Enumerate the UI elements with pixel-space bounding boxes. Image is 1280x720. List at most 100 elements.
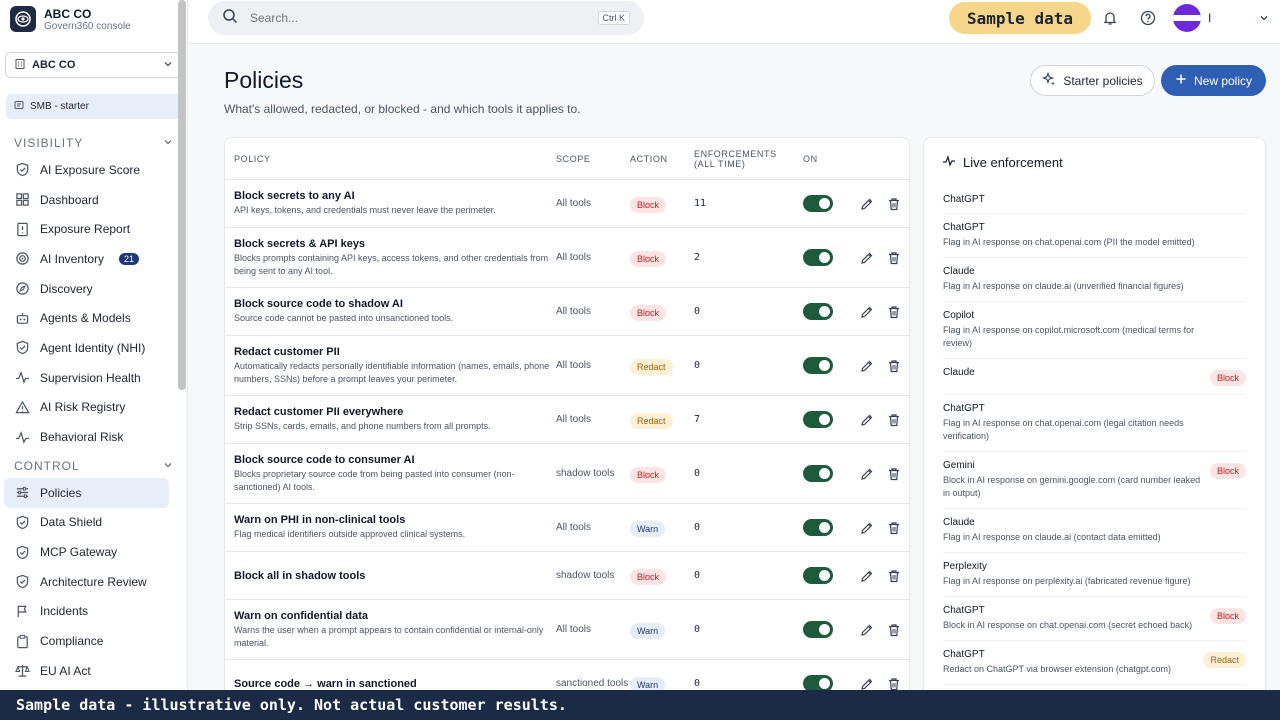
- policy-name: Block source code to shadow AI: [234, 298, 403, 310]
- table-row[interactable]: Block source code to shadow AI Source co…: [225, 288, 909, 336]
- edit-icon[interactable]: [853, 677, 880, 691]
- section-visibility[interactable]: VISIBILITY: [0, 135, 187, 151]
- edit-icon[interactable]: [853, 305, 880, 319]
- delete-icon[interactable]: [880, 251, 907, 265]
- sidebar-item-ai-risk-registry[interactable]: AI Risk Registry: [0, 393, 187, 423]
- sidebar-item-ai-exposure-score[interactable]: AI Exposure Score: [0, 155, 187, 185]
- policy-toggle[interactable]: [803, 411, 833, 428]
- edit-icon[interactable]: [853, 251, 880, 265]
- org-select[interactable]: ABC CO: [5, 52, 182, 78]
- sidebar-item-exposure-report[interactable]: Exposure Report: [0, 214, 187, 244]
- live-enforcement-item[interactable]: ChatGPT Flag in AI response on chat.open…: [943, 214, 1246, 258]
- sidebar-item-behavioral-risk[interactable]: Behavioral Risk: [0, 422, 187, 452]
- section-control[interactable]: CONTROL: [0, 458, 187, 474]
- plan-badge[interactable]: SMB - starter: [6, 94, 181, 119]
- help-icon[interactable]: [1139, 9, 1157, 27]
- brand[interactable]: ABC CO Govern360 console: [0, 0, 187, 38]
- table-row[interactable]: Warn on PHI in non-clinical tools Flag m…: [225, 504, 909, 552]
- avatar[interactable]: [1173, 4, 1201, 32]
- policy-toggle[interactable]: [803, 465, 833, 482]
- live-enforcement-item[interactable]: Claude Block: [943, 359, 1246, 395]
- table-row[interactable]: Redact customer PII Automatically redact…: [225, 336, 909, 396]
- table-row[interactable]: Block secrets to any AI API keys, tokens…: [225, 180, 909, 228]
- sidebar-item-discovery[interactable]: Discovery: [0, 274, 187, 304]
- delete-icon[interactable]: [880, 677, 907, 691]
- edit-icon[interactable]: [853, 569, 880, 583]
- live-event-description: Redact on ChatGPT via browser extension …: [943, 664, 1171, 674]
- sidebar-item-dashboard[interactable]: Dashboard: [0, 185, 187, 215]
- delete-icon[interactable]: [880, 569, 907, 583]
- live-enforcement-item[interactable]: Copilot Flag in AI response on copilot.m…: [943, 302, 1246, 359]
- edit-icon[interactable]: [853, 197, 880, 211]
- edit-icon[interactable]: [853, 521, 880, 535]
- policy-toggle[interactable]: [803, 195, 833, 212]
- edit-icon[interactable]: [853, 467, 880, 481]
- policy-toggle[interactable]: [803, 357, 833, 374]
- enforcement-count: 0: [694, 570, 701, 581]
- sidebar-item-ai-inventory[interactable]: AI Inventory 21: [0, 244, 187, 274]
- table-row[interactable]: Redact customer PII everywhere Strip SSN…: [225, 396, 909, 444]
- sidebar-scrollbar[interactable]: [178, 0, 186, 390]
- table-row[interactable]: Block source code to consumer AI Blocks …: [225, 444, 909, 504]
- delete-icon[interactable]: [880, 521, 907, 535]
- sidebar-item-label: AI Exposure Score: [40, 162, 141, 177]
- plan-label: SMB - starter: [30, 101, 89, 112]
- policy-scope: All tools: [556, 413, 592, 425]
- table-row[interactable]: Block secrets & API keys Blocks prompts …: [225, 228, 909, 288]
- starter-policies-button[interactable]: Starter policies: [1030, 65, 1155, 96]
- chevron-down-icon[interactable]: [1257, 9, 1271, 27]
- sidebar-item-mcp-gateway[interactable]: MCP Gateway: [0, 537, 187, 567]
- sidebar-item-agent-identity-nhi[interactable]: Agent Identity (NHI): [0, 333, 187, 363]
- header-policy[interactable]: POLICY: [225, 154, 556, 164]
- sidebar-item-compliance[interactable]: Compliance: [0, 626, 187, 656]
- sidebar-item-data-shield[interactable]: Data Shield: [0, 508, 187, 538]
- policy-toggle[interactable]: [803, 249, 833, 266]
- live-enforcement-item[interactable]: Claude Flag in AI response on claude.ai …: [943, 509, 1246, 553]
- new-policy-button[interactable]: New policy: [1161, 65, 1266, 96]
- edit-icon[interactable]: [853, 359, 880, 373]
- live-enforcement-item[interactable]: ChatGPT Flag in AI response on chat.open…: [943, 395, 1246, 452]
- live-enforcement-item[interactable]: ChatGPT Redact on ChatGPT via browser ex…: [943, 641, 1246, 685]
- sidebar-item-supervision-health[interactable]: Supervision Health: [0, 363, 187, 393]
- bell-icon[interactable]: [1101, 9, 1119, 27]
- action-badge: Warn: [630, 520, 666, 537]
- policy-toggle[interactable]: [803, 621, 833, 638]
- sidebar-item-eu-ai-act[interactable]: EU AI Act: [0, 656, 187, 686]
- sidebar-item-policies[interactable]: Policies: [4, 477, 169, 508]
- header-enforcements[interactable]: ENFORCEMENTS (ALL TIME): [694, 149, 803, 169]
- header-action[interactable]: ACTION: [630, 154, 694, 164]
- policy-name: Warn on PHI in non-clinical tools: [234, 514, 406, 526]
- policy-toggle[interactable]: [803, 303, 833, 320]
- live-enforcement-item[interactable]: Perplexity Flag in AI response on perple…: [943, 553, 1246, 597]
- sidebar-item-agents-models[interactable]: Agents & Models: [0, 303, 187, 333]
- policy-toggle[interactable]: [803, 567, 833, 584]
- delete-icon[interactable]: [880, 197, 907, 211]
- enforcement-count: 0: [694, 360, 701, 371]
- delete-icon[interactable]: [880, 467, 907, 481]
- delete-icon[interactable]: [880, 305, 907, 319]
- report-icon: [14, 221, 31, 238]
- policy-toggle[interactable]: [803, 519, 833, 536]
- live-event-description: Block in AI response on gemini.google.co…: [943, 475, 1201, 498]
- delete-icon[interactable]: [880, 623, 907, 637]
- delete-icon[interactable]: [880, 359, 907, 373]
- sidebar-item-architecture-review[interactable]: Architecture Review: [0, 567, 187, 597]
- search-bar[interactable]: Ctrl K: [208, 1, 644, 35]
- policy-description: Warns the user when a prompt appears to …: [234, 624, 544, 648]
- policy-name: Block secrets & API keys: [234, 237, 366, 250]
- live-event-description: Flag in AI response on chat.openai.com (…: [943, 237, 1195, 247]
- live-enforcement-item[interactable]: Claude Flag in AI response on claude.ai …: [943, 258, 1246, 302]
- enforcement-count: 0: [694, 306, 701, 317]
- delete-icon[interactable]: [880, 413, 907, 427]
- sidebar-item-incidents[interactable]: Incidents: [0, 597, 187, 627]
- live-enforcement-item[interactable]: ChatGPT: [943, 186, 1246, 214]
- edit-icon[interactable]: [853, 413, 880, 427]
- table-row[interactable]: Warn on confidential data Warns the user…: [225, 600, 909, 660]
- policy-scope: All tools: [556, 197, 592, 209]
- live-enforcement-item[interactable]: Gemini Block in AI response on gemini.go…: [943, 452, 1246, 509]
- search-input[interactable]: [250, 11, 586, 25]
- header-scope[interactable]: SCOPE: [556, 152, 630, 166]
- edit-icon[interactable]: [853, 623, 880, 637]
- table-row[interactable]: Block all in shadow tools shadow tools B…: [225, 552, 909, 600]
- live-enforcement-item[interactable]: ChatGPT Block in AI response on chat.ope…: [943, 597, 1246, 641]
